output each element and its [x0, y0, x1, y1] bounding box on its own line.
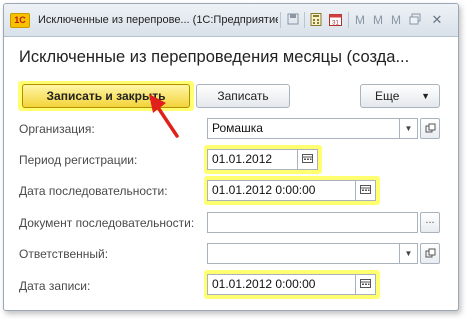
period-calendar-button[interactable] [298, 149, 318, 170]
save-icon[interactable] [286, 13, 300, 27]
more-button[interactable]: Еще ▼ [360, 84, 440, 108]
record-date-label: Дата записи: [19, 279, 91, 293]
period-field[interactable]: 01.01.2012 [207, 149, 298, 170]
save-button[interactable]: Записать [196, 84, 290, 108]
memory-plus-icon[interactable]: M [353, 13, 367, 27]
sequence-date-label: Дата последовательности: [19, 184, 168, 198]
form-window: 1С Исключенные из перепрове... (1С:Предп… [3, 3, 459, 311]
sequence-date-calendar-button[interactable] [356, 180, 376, 201]
organization-field[interactable]: Ромашка [207, 118, 400, 139]
calculator-icon[interactable] [309, 13, 323, 27]
record-date-field[interactable]: 01.01.2012 0:00:00 [207, 274, 356, 295]
calendar-icon [298, 150, 316, 169]
sequence-document-field[interactable] [207, 212, 418, 233]
1c-logo-icon[interactable]: 1С [10, 13, 30, 28]
title-bar: 1С Исключенные из перепрове... (1С:Предп… [4, 4, 458, 37]
responsible-field[interactable] [207, 243, 400, 264]
more-button-label: Еще [375, 89, 400, 103]
sequence-document-label: Документ последовательности: [19, 216, 195, 230]
red-arrow-icon [149, 94, 179, 138]
organization-dropdown-icon[interactable]: ▼ [400, 118, 418, 139]
close-icon[interactable]: ✕ [430, 13, 444, 27]
calendar-icon[interactable]: 31 [328, 13, 342, 27]
window-title: Исключенные из перепрове... (1С:Предприя… [38, 14, 278, 26]
select-document-button[interactable]: ... [420, 212, 440, 233]
responsible-label: Ответственный: [19, 247, 109, 261]
titlebar-divider [348, 12, 349, 28]
open-responsible-icon[interactable] [420, 243, 440, 264]
titlebar-divider [280, 12, 281, 28]
restore-window-icon[interactable] [408, 13, 422, 27]
period-label: Период регистрации: [19, 153, 138, 167]
calendar-icon [356, 275, 374, 294]
chevron-down-icon: ▼ [421, 91, 430, 101]
sequence-date-field[interactable]: 01.01.2012 0:00:00 [207, 180, 356, 201]
calendar-icon [356, 181, 374, 200]
form-heading: Исключенные из перепроведения месяцы (со… [19, 48, 410, 66]
responsible-dropdown-icon[interactable]: ▼ [400, 243, 418, 264]
titlebar-divider [304, 12, 305, 28]
organization-label: Организация: [19, 122, 95, 136]
memory-extra-icon[interactable]: M [389, 13, 403, 27]
record-date-calendar-button[interactable] [356, 274, 376, 295]
open-organization-icon[interactable] [420, 118, 440, 139]
svg-text:31: 31 [332, 21, 339, 27]
memory-minus-icon[interactable]: M [371, 13, 385, 27]
